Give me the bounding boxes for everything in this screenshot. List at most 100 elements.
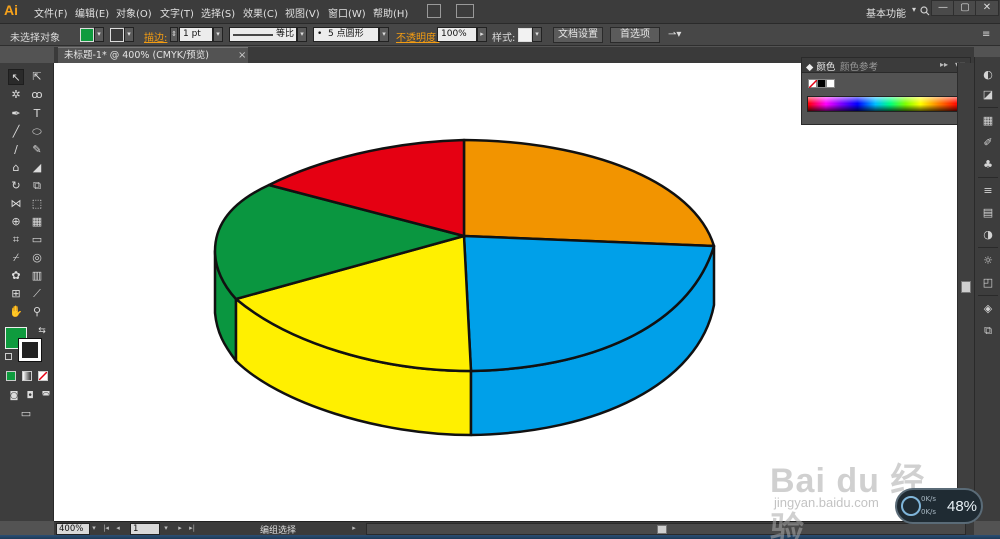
width-tool-icon[interactable]: ⋈ (8, 196, 24, 212)
blob-brush-tool-icon[interactable]: ⌂ (8, 160, 24, 176)
chevron-down-icon[interactable]: ▾ (912, 5, 916, 14)
stroke-weight-stepper[interactable]: ⇕ (170, 27, 178, 42)
blend-tool-icon[interactable]: ◎ (29, 250, 45, 266)
menu-view[interactable]: 视图(V) (285, 5, 320, 20)
ellipse-tool-icon[interactable]: ⬭ (29, 124, 45, 140)
document-setup-button[interactable]: 文档设置 (553, 27, 603, 43)
bridge-icon[interactable] (427, 4, 441, 18)
symbol-sprayer-tool-icon[interactable]: ✿ (8, 268, 24, 284)
color-guide-icon[interactable]: ◪ (980, 87, 996, 103)
graphic-styles-icon[interactable]: ◰ (980, 275, 996, 291)
opacity-dropdown[interactable]: ▸ (477, 27, 487, 42)
stroke-weight-field[interactable]: 1 pt (179, 27, 213, 42)
gradient-mode-icon[interactable] (22, 371, 32, 381)
tab-color[interactable]: ◆ 颜色 (806, 59, 835, 73)
menu-file[interactable]: 文件(F) (34, 5, 68, 20)
search-icon[interactable] (920, 4, 930, 18)
align-icon[interactable]: ⇀▾ (668, 29, 681, 40)
draw-inside-icon[interactable]: ◚ (38, 388, 54, 404)
maximize-button[interactable]: ▢ (953, 0, 977, 16)
zoom-dropdown[interactable]: ▾ (90, 523, 98, 535)
menu-edit[interactable]: 编辑(E) (75, 5, 109, 20)
vertical-scrollbar[interactable] (957, 63, 974, 521)
free-transform-tool-icon[interactable]: ⬚ (29, 196, 45, 212)
transparency-panel-icon[interactable]: ◑ (980, 227, 996, 243)
gradient-tool-icon[interactable]: ▭ (29, 232, 45, 248)
mesh-tool-icon[interactable]: ⌗ (8, 232, 24, 248)
scale-tool-icon[interactable]: ⧉ (29, 178, 45, 194)
document-tab[interactable]: 未标题-1* @ 400% (CMYK/预览) × (58, 47, 248, 63)
menu-type[interactable]: 文字(T) (160, 5, 194, 20)
stroke-dropdown[interactable]: ▾ (124, 27, 134, 42)
gradient-panel-icon[interactable]: ▤ (980, 205, 996, 221)
default-colors-icon[interactable] (5, 353, 12, 360)
line-tool-icon[interactable]: ╱ (8, 124, 24, 140)
appearance-panel-icon[interactable]: ☼ (980, 253, 996, 269)
profile-dropdown[interactable]: ▾ (297, 27, 307, 42)
stroke-panel-icon[interactable]: ≡ (980, 183, 996, 199)
artboard-tool-icon[interactable]: ⊞ (8, 286, 24, 302)
swap-colors-icon[interactable]: ⇆ (34, 323, 50, 339)
zoom-tool-icon[interactable]: ⚲ (29, 304, 45, 320)
type-tool-icon[interactable]: T (29, 106, 45, 122)
fill-color-swatch[interactable] (80, 28, 94, 42)
workspace-switcher[interactable]: 基本功能 (866, 5, 906, 20)
variable-width-profile[interactable]: 等比 (229, 27, 297, 42)
pencil-tool-icon[interactable]: ✎ (29, 142, 45, 158)
last-artboard-icon[interactable]: ▸| (188, 523, 196, 535)
black-swatch[interactable] (817, 79, 826, 88)
magic-wand-tool-icon[interactable]: ✲ (8, 87, 24, 103)
eyedropper-tool-icon[interactable]: ⌿ (8, 250, 24, 266)
stroke-label[interactable]: 描边: (144, 29, 167, 44)
eraser-tool-icon[interactable]: ◢ (29, 160, 45, 176)
status-menu-icon[interactable]: ▸ (350, 523, 358, 535)
none-mode-icon[interactable] (38, 371, 48, 381)
menu-help[interactable]: 帮助(H) (373, 5, 408, 20)
opacity-field[interactable]: 100% (437, 27, 477, 42)
brush-definition[interactable]: • 5 点圆形 (313, 27, 379, 42)
prev-artboard-icon[interactable]: ◂ (114, 523, 122, 535)
collapse-panel-icon[interactable]: ▸▸ (940, 60, 948, 69)
color-spectrum[interactable] (807, 96, 959, 112)
stroke-swatch[interactable] (18, 338, 42, 362)
artboard-dropdown[interactable]: ▾ (162, 523, 170, 535)
perspective-grid-tool-icon[interactable]: ▦ (29, 214, 45, 230)
menu-select[interactable]: 选择(S) (201, 5, 235, 20)
swatches-icon[interactable]: ▦ (980, 113, 996, 129)
stroke-weight-dropdown[interactable]: ▾ (213, 27, 223, 42)
artboard-number-field[interactable]: 1 (130, 523, 160, 535)
first-artboard-icon[interactable]: |◂ (102, 523, 110, 535)
fill-dropdown[interactable]: ▾ (94, 27, 104, 42)
preferences-button[interactable]: 首选项 (610, 27, 660, 43)
color-panel-icon[interactable]: ◐ (980, 67, 996, 83)
column-graph-tool-icon[interactable]: ▥ (29, 268, 45, 284)
close-tab-icon[interactable]: × (238, 48, 246, 63)
white-swatch[interactable] (826, 79, 835, 88)
shape-builder-tool-icon[interactable]: ⊕ (8, 214, 24, 230)
brushes-icon[interactable]: ✐ (980, 135, 996, 151)
selection-tool-icon[interactable]: ↖ (8, 69, 24, 85)
menu-object[interactable]: 对象(O) (116, 5, 152, 20)
pen-tool-icon[interactable]: ✒ (8, 106, 24, 122)
network-speed-widget[interactable]: 0K/s 0K/s 48% (895, 488, 983, 524)
menu-effect[interactable]: 效果(C) (243, 5, 278, 20)
panel-menu-icon[interactable]: ≡ (982, 29, 990, 40)
menu-window[interactable]: 窗口(W) (328, 5, 366, 20)
vertical-scroll-thumb[interactable] (961, 281, 971, 293)
draw-normal-icon[interactable]: ◙ (6, 388, 22, 404)
rotate-tool-icon[interactable]: ↻ (8, 178, 24, 194)
artboards-panel-icon[interactable]: ⧉ (980, 323, 996, 339)
opacity-label[interactable]: 不透明度: (396, 29, 439, 44)
draw-behind-icon[interactable]: ◘ (22, 388, 38, 404)
close-button[interactable]: ✕ (975, 0, 999, 16)
screen-mode-icon[interactable]: ▭ (16, 406, 36, 422)
minimize-button[interactable]: — (931, 0, 955, 16)
symbols-icon[interactable]: ♣ (980, 157, 996, 173)
next-artboard-icon[interactable]: ▸ (176, 523, 184, 535)
hand-tool-icon[interactable]: ✋ (8, 304, 24, 320)
tab-color-guide[interactable]: 颜色参考 (840, 59, 878, 73)
arrange-documents-icon[interactable] (456, 4, 474, 18)
stroke-color-swatch[interactable] (110, 28, 124, 42)
horizontal-scroll-thumb[interactable] (657, 525, 667, 534)
color-mode-icon[interactable] (6, 371, 16, 381)
